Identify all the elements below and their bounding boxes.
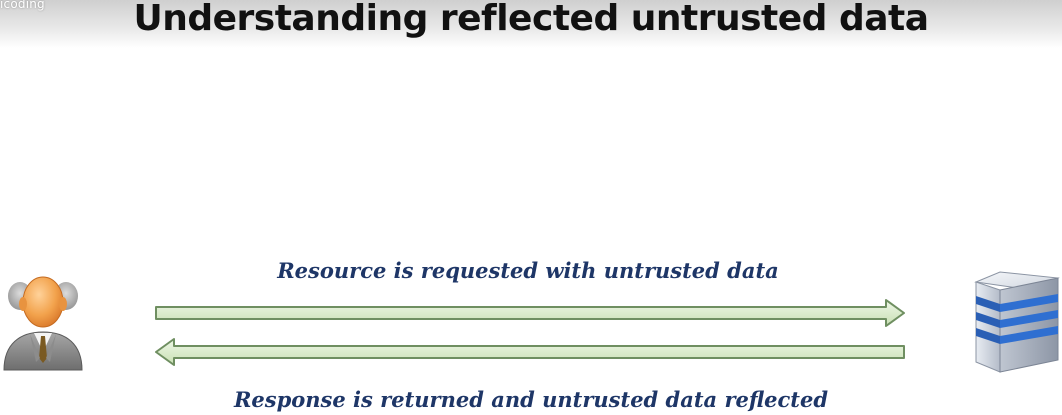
request-arrow: [155, 299, 905, 327]
slide-title: Understanding reflected untrusted data: [133, 0, 929, 39]
request-label: Resource is requested with untrusted dat…: [277, 258, 779, 283]
server-icon: [974, 271, 1060, 373]
response-label: Response is returned and untrusted data …: [233, 387, 829, 412]
response-arrow: [155, 338, 905, 366]
user-icon: [3, 276, 83, 371]
